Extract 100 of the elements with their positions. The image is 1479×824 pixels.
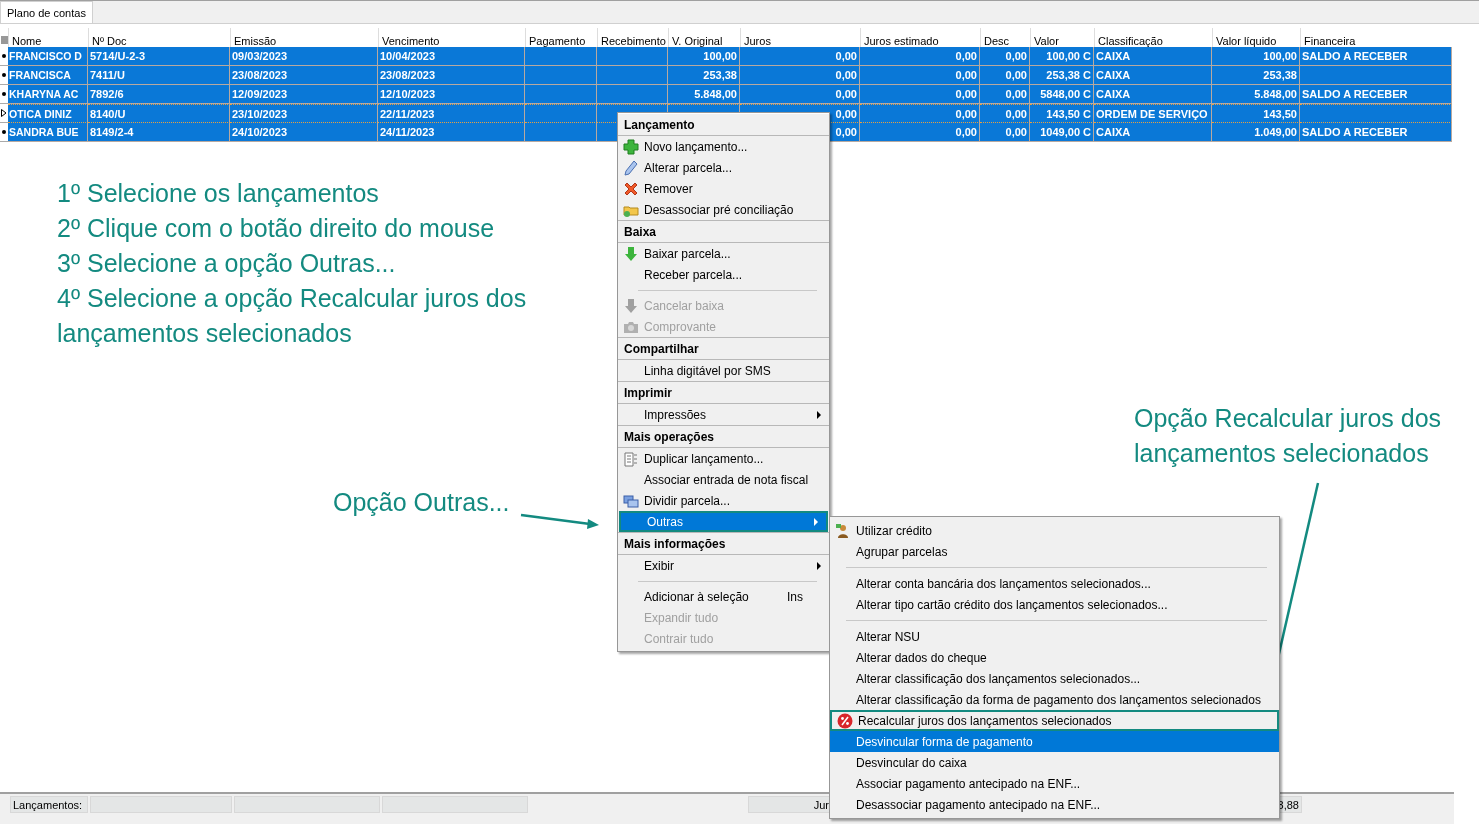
down-arrow-icon	[623, 297, 639, 314]
table-cell: 7892/6	[88, 85, 230, 104]
table-cell: 5848,00 C	[1030, 85, 1094, 104]
table-cell: 0,00	[740, 85, 860, 104]
status-cell: Jur	[748, 796, 832, 813]
menu-item[interactable]: Alterar dados do cheque	[830, 647, 1279, 668]
menu-section-title: Imprimir	[618, 381, 829, 404]
menu-item[interactable]: Utilizar crédito	[830, 520, 1279, 541]
instruction-text: 4º Selecione a opção Recalcular juros dos lançamentos selecionados	[57, 283, 528, 349]
tab[interactable]: Plano de contas	[0, 1, 93, 23]
table-cell: 100,00	[1212, 47, 1300, 66]
table-cell: 8140/U	[88, 104, 230, 123]
table-cell: 23/08/2023	[230, 66, 378, 85]
menu-item[interactable]: Dividir parcela...	[618, 490, 829, 511]
table-cell: 253,38 C	[1030, 66, 1094, 85]
menu-item[interactable]: Desvincular do caixa	[830, 752, 1279, 773]
menu-item[interactable]: Exibir	[618, 555, 829, 576]
table-cell	[525, 66, 597, 85]
status-cell: Lançamentos:	[10, 796, 88, 813]
menu-item[interactable]: Associar pagamento antecipado na ENF...	[830, 773, 1279, 794]
table-cell: 0,00	[980, 104, 1030, 123]
table-cell: 23/08/2023	[378, 66, 525, 85]
menu-item[interactable]: Adicionar à seleção Ins	[618, 586, 829, 607]
menu-item[interactable]: Agrupar parcelas	[830, 541, 1279, 562]
menu-item[interactable]: Alterar NSU	[830, 626, 1279, 647]
table-cell: FRANCISCO D	[8, 47, 88, 66]
table-cell: 0,00	[980, 85, 1030, 104]
table-cell: FRANCISCA	[8, 66, 88, 85]
table-cell: 0,00	[860, 104, 980, 123]
table-cell: 5.848,00	[1212, 85, 1300, 104]
callout-text: Opção Outras...	[333, 488, 510, 517]
table-cell	[597, 47, 668, 66]
table-cell	[525, 123, 597, 142]
menu-item[interactable]: Alterar conta bancária dos lançamentos selecionados...	[830, 573, 1279, 594]
table-cell: 143,50	[1212, 104, 1300, 123]
menu-section-title: Compartilhar	[618, 337, 829, 360]
table-cell: 0,00	[860, 85, 980, 104]
menu-section-title: Mais informações	[618, 532, 829, 555]
callout-text: Opção Recalcular juros dos lançamentos selecionados	[1134, 403, 1443, 469]
table-cell: 100,00	[668, 47, 740, 66]
menu-item[interactable]: Receber parcela...	[618, 264, 829, 285]
table-cell: 0,00	[980, 47, 1030, 66]
menu-item[interactable]: Alterar classificação dos lançamentos selecionados...	[830, 668, 1279, 689]
table-cell	[525, 85, 597, 104]
table-cell: 10/04/2023	[378, 47, 525, 66]
table-cell: KHARYNA AC	[8, 85, 88, 104]
down-arrow-icon	[623, 245, 639, 262]
table-cell: 253,38	[668, 66, 740, 85]
menu-item[interactable]: Outras	[619, 511, 828, 532]
table-cell: CAIXA	[1094, 47, 1212, 66]
table-cell: 22/11/2023	[378, 104, 525, 123]
table-cell: 0,00	[860, 47, 980, 66]
menu-item[interactable]: Desvincular forma de pagamento	[830, 731, 1279, 752]
table-cell: 5.848,00	[668, 85, 740, 104]
table-cell: 12/09/2023	[230, 85, 378, 104]
table-cell: ORDEM DE SERVIÇO	[1094, 104, 1212, 123]
menu-item[interactable]: Alterar classificação da forma de pagamento dos lançamentos selecionados	[830, 689, 1279, 710]
menu-item[interactable]: Duplicar lançamento...	[618, 448, 829, 469]
submenu-arrow-icon	[817, 561, 821, 570]
submenu-arrow-icon	[814, 517, 818, 526]
table-cell: SALDO A RECEBER	[1300, 47, 1452, 66]
table-cell: CAIXA	[1094, 66, 1212, 85]
menu-item[interactable]: Linha digitável por SMS	[618, 360, 829, 381]
menu-section-title: Mais operações	[618, 425, 829, 448]
table-cell: 0,00	[740, 66, 860, 85]
table-cell: 7411/U	[88, 66, 230, 85]
table-cell: 24/10/2023	[230, 123, 378, 142]
table-cell: 143,50 C	[1030, 104, 1094, 123]
table-cell: 0,00	[860, 123, 980, 142]
menu-item[interactable]: Alterar parcela...	[618, 157, 829, 178]
menu-item[interactable]: Associar entrada de nota fiscal	[618, 469, 829, 490]
menu-section-title: Lançamento	[618, 113, 829, 136]
document-icon	[623, 450, 639, 467]
table-cell: SALDO A RECEBER	[1300, 123, 1452, 142]
table-cell: 0,00	[860, 66, 980, 85]
table-cell: 09/03/2023	[230, 47, 378, 66]
menu-item[interactable]: Remover	[618, 178, 829, 199]
menu-item[interactable]: Alterar tipo cartão crédito dos lançamentos selecionados...	[830, 594, 1279, 615]
table-cell: 1.049,00	[1212, 123, 1300, 142]
table-cell: OTICA DINIZ	[8, 104, 88, 123]
menu-item[interactable]: Recalcular juros dos lançamentos selecionados	[830, 710, 1279, 731]
table-cell: 1049,00 C	[1030, 123, 1094, 142]
instruction-text: 1º Selecione os lançamentos	[57, 178, 380, 209]
menu-item[interactable]: Desassociar pré conciliação	[618, 199, 829, 220]
table-cell: 24/11/2023	[378, 123, 525, 142]
person-icon	[835, 522, 851, 539]
table-cell	[525, 47, 597, 66]
submenu-arrow-icon	[817, 410, 821, 419]
table-cell: 23/10/2023	[230, 104, 378, 123]
table-cell: CAIXA	[1094, 85, 1212, 104]
plus-icon	[623, 138, 639, 155]
table-cell: 12/10/2023	[378, 85, 525, 104]
instruction-text: 3º Selecione a opção Outras...	[57, 248, 397, 279]
column-menu-icon[interactable]	[0, 36, 8, 45]
close-icon	[623, 180, 639, 197]
menu-item[interactable]: Impressões	[618, 404, 829, 425]
table-cell: SALDO A RECEBER	[1300, 85, 1452, 104]
menu-section-title: Baixa	[618, 220, 829, 243]
menu-item[interactable]: Baixar parcela...	[618, 243, 829, 264]
table-cell: 253,38	[1212, 66, 1300, 85]
